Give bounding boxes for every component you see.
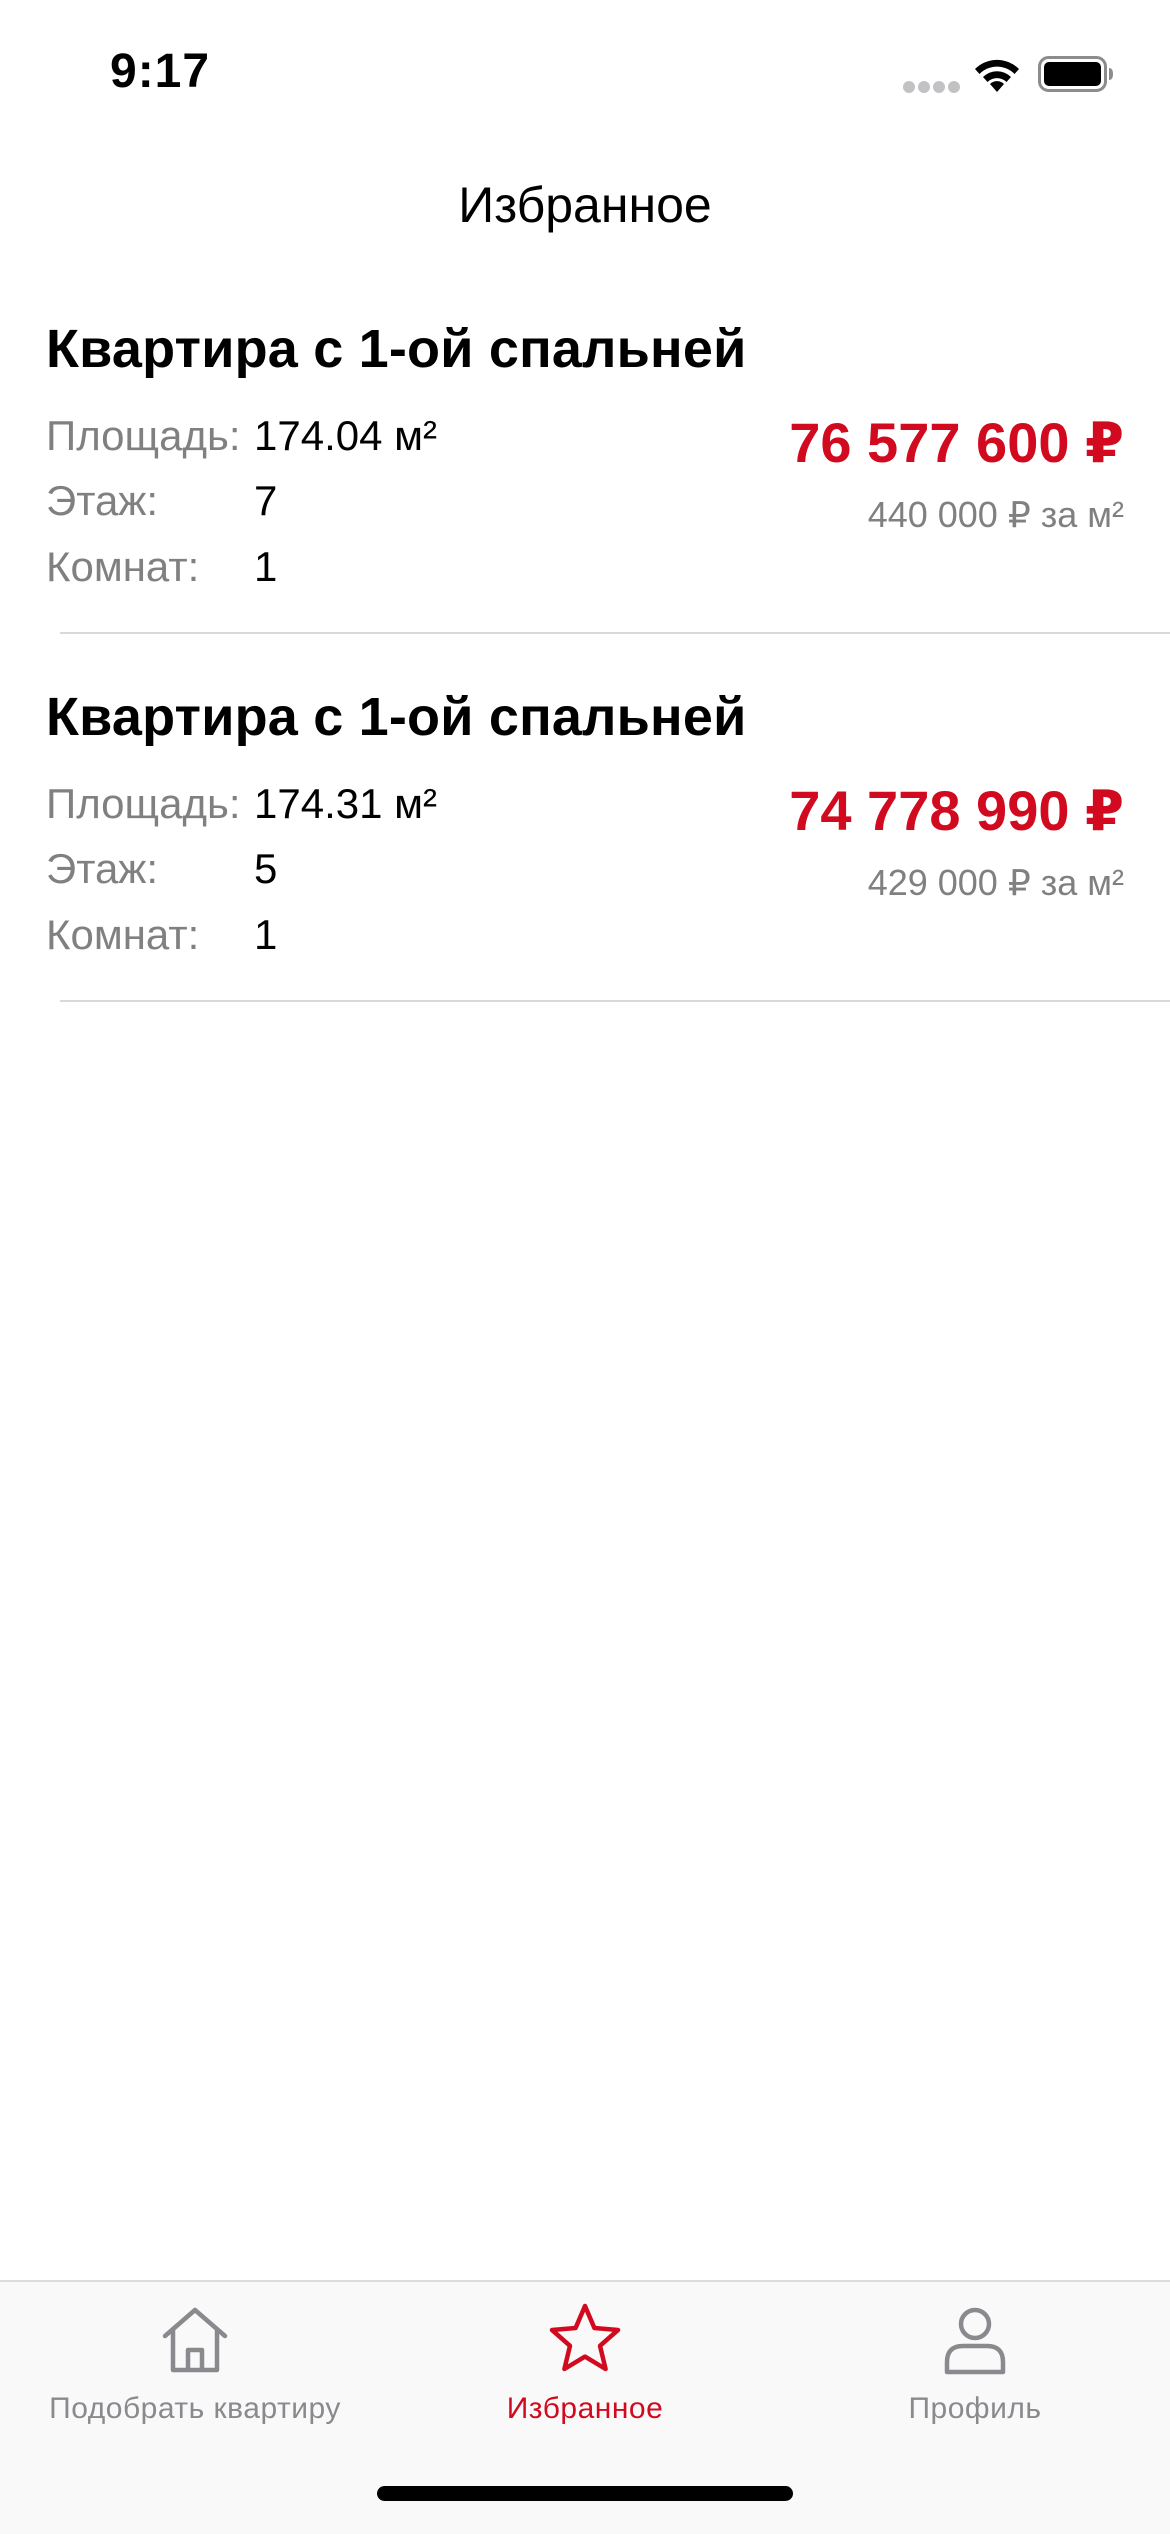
tab-label: Подобрать квартиру: [49, 2392, 341, 2425]
tab-profile[interactable]: Профиль: [780, 2282, 1170, 2442]
listing-price: 74 778 990 ₽: [789, 779, 1124, 842]
listing-price: 76 577 600 ₽: [789, 411, 1124, 474]
floor-value: 7: [254, 477, 278, 524]
tab-search-apartment[interactable]: Подобрать квартиру: [0, 2282, 390, 2442]
star-icon: [549, 2303, 621, 2372]
list-item[interactable]: Квартира с 1-ой спальней Площадь: 174.04…: [0, 272, 1170, 640]
area-label: Площадь:: [46, 412, 241, 459]
status-time: 9:17: [110, 45, 211, 98]
tab-favorites[interactable]: Избранное: [390, 2282, 780, 2442]
listing-price-per-meter: 440 000 ₽ за м²: [867, 494, 1124, 535]
area-value: 174.31 м²: [254, 780, 437, 827]
rooms-label: Комнат:: [46, 543, 200, 590]
rooms-label: Комнат:: [46, 911, 200, 958]
list-item[interactable]: Квартира с 1-ой спальней Площадь: 174.31…: [0, 640, 1170, 1008]
rooms-value: 1: [254, 911, 278, 958]
rooms-value: 1: [254, 543, 278, 590]
battery-icon: [1038, 56, 1113, 92]
tab-label: Избранное: [506, 2392, 664, 2425]
area-value: 174.04 м²: [254, 412, 437, 459]
listing-title: Квартира с 1-ой спальней: [46, 687, 747, 747]
person-icon: [944, 2307, 1006, 2375]
wifi-icon: [975, 59, 1019, 92]
floor-label: Этаж:: [46, 477, 159, 524]
cellular-signal-icon: [903, 81, 960, 93]
divider: [60, 1000, 1170, 1002]
listing-price-per-meter: 429 000 ₽ за м²: [867, 862, 1124, 903]
floor-label: Этаж:: [46, 845, 159, 892]
status-bar: 9:17: [0, 0, 1170, 140]
listing-title: Квартира с 1-ой спальней: [46, 319, 747, 379]
home-indicator[interactable]: [377, 2486, 793, 2501]
home-icon: [162, 2307, 228, 2373]
page-title: Избранное: [458, 177, 712, 233]
tab-label: Профиль: [908, 2392, 1042, 2425]
area-label: Площадь:: [46, 780, 241, 827]
divider: [60, 632, 1170, 634]
floor-value: 5: [254, 845, 278, 892]
